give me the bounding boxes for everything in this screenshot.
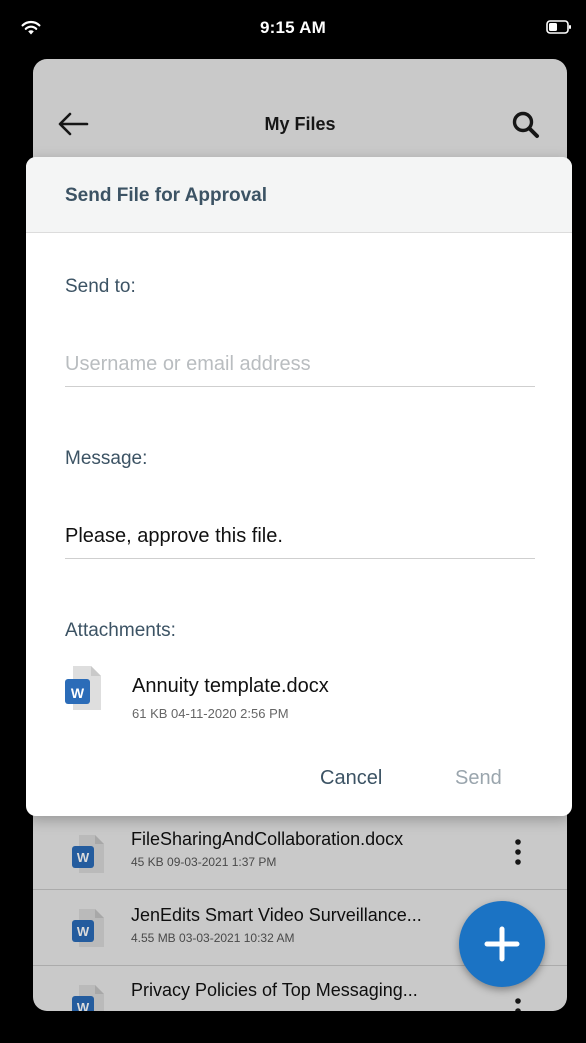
attachment-name: Annuity template.docx (132, 675, 329, 697)
message-input[interactable] (65, 515, 535, 559)
add-fab-button[interactable] (459, 901, 545, 987)
send-to-label: Send to: (65, 276, 136, 297)
cancel-button[interactable]: Cancel (314, 763, 388, 794)
attachment-meta: 61 KB 04-11-2020 2:56 PM (132, 706, 289, 721)
bottom-bezel (0, 1011, 586, 1043)
status-time: 9:15 AM (260, 18, 326, 37)
dialog-header: Send File for Approval (26, 157, 572, 233)
recipient-input[interactable] (65, 343, 535, 387)
send-for-approval-dialog: Send File for Approval Send to: Message:… (26, 157, 572, 816)
send-button[interactable]: Send (449, 763, 508, 794)
word-badge: W (70, 685, 85, 701)
attachments-label: Attachments: (65, 620, 176, 641)
status-bar: 9:15 AM (0, 0, 586, 52)
plus-icon (484, 926, 520, 962)
message-label: Message: (65, 448, 148, 469)
battery-icon (546, 20, 571, 34)
dialog-title: Send File for Approval (65, 185, 267, 206)
